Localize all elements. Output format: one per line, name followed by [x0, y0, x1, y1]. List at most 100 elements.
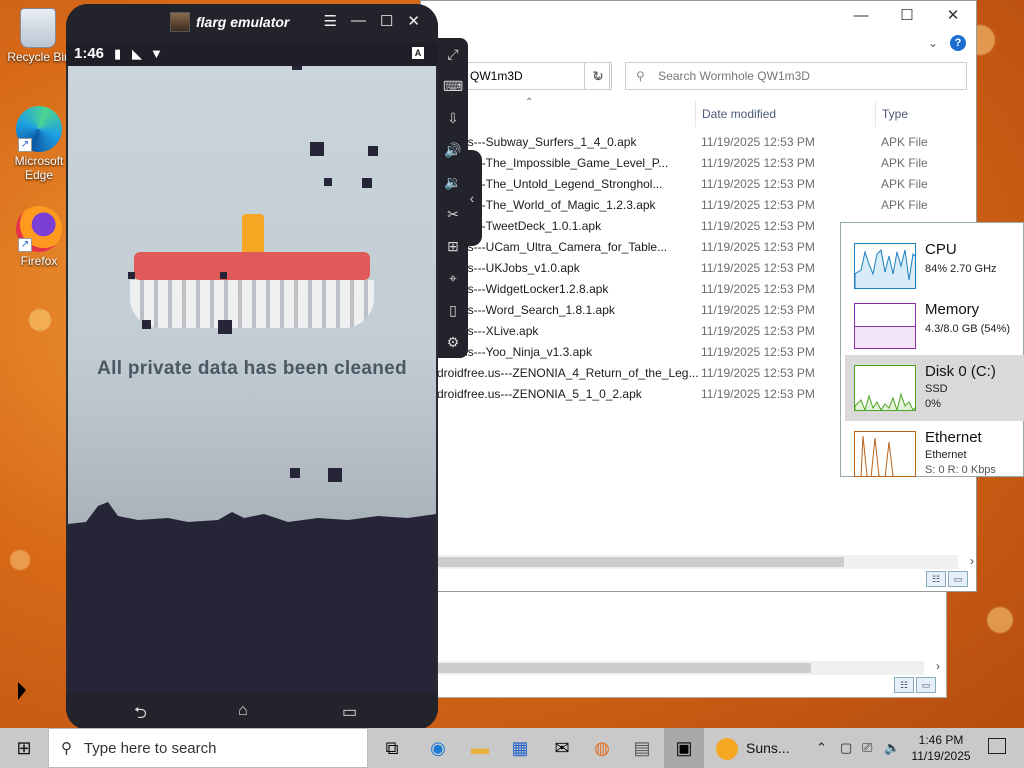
weather-sun-icon	[716, 738, 738, 761]
taskbar-search-placeholder: Type here to search	[83, 740, 217, 757]
file-date: 11/19/2025 12:53 PM	[701, 198, 815, 212]
file-date: 11/19/2025 12:53 PM	[701, 345, 815, 359]
file-name: free.us---UKJobs_v1.0.apk	[437, 261, 580, 275]
keyboard-icon[interactable]: ⌨	[443, 76, 463, 96]
store-icon[interactable]: ▦	[500, 728, 540, 768]
disk-graph	[854, 365, 916, 411]
notification-center-icon[interactable]	[988, 738, 1006, 754]
app-taskbar-icon[interactable]: ▤	[622, 728, 662, 768]
column-header-date-modified[interactable]: Date modified	[695, 101, 875, 127]
volume-down-icon[interactable]: 🔉	[443, 172, 463, 192]
file-explorer-icon[interactable]: ▬	[460, 728, 500, 768]
battery-icon: ▮	[114, 46, 122, 61]
fullscreen-icon[interactable]: ⤢	[443, 44, 463, 64]
network-icon[interactable]: ⎚	[862, 728, 872, 768]
file-date: 11/19/2025 12:53 PM	[701, 240, 815, 254]
debris-square	[290, 468, 300, 478]
emulator-window[interactable]: flarg emulator ☰ — ☐ ✕ 1:46 ▮ ◣ ▼ A All …	[66, 4, 438, 730]
search-icon: ⚲	[61, 740, 72, 757]
debris-square	[368, 146, 378, 156]
taskbar-clock[interactable]: 1:46 PM 11/19/2025	[906, 732, 976, 764]
volume-muted-icon[interactable]: 🔈	[884, 728, 900, 768]
perf-value: 0%	[925, 398, 941, 410]
meet-now-icon[interactable]: ▢	[840, 728, 852, 768]
file-date: 11/19/2025 12:53 PM	[701, 324, 815, 338]
column-header-type[interactable]: Type	[875, 101, 976, 127]
add-icon[interactable]: ⊞	[443, 236, 463, 256]
perf-title: Ethernet	[925, 429, 982, 446]
desktop-icon-firefox[interactable]: ↗ Firefox	[4, 206, 74, 268]
ethernet-graph	[854, 431, 916, 477]
install-apk-icon[interactable]: ⇩	[443, 108, 463, 128]
maximize-icon[interactable]: ☐	[380, 12, 393, 30]
expand-ribbon-chevron-icon[interactable]: ⌄	[928, 36, 938, 50]
screenshot-icon[interactable]: ✂	[443, 204, 463, 224]
help-icon[interactable]: ?	[950, 35, 966, 51]
perf-item-memory[interactable]: Memory 4.3/8.0 GB (54%)	[845, 293, 1024, 359]
large-icons-view-icon[interactable]: ▭	[948, 571, 968, 587]
perf-detail: Ethernet	[925, 449, 967, 461]
perf-item-ethernet[interactable]: Ethernet Ethernet S: 0 R: 0 Kbps	[845, 421, 1024, 487]
taskbar-search-input[interactable]: ⚲ Type here to search	[48, 728, 368, 768]
details-view-icon[interactable]: ☷	[926, 571, 946, 587]
recents-icon[interactable]: ▭	[342, 702, 357, 722]
minimize-icon[interactable]: —	[351, 12, 366, 30]
desktop-icon-edge[interactable]: ↗ Microsoft Edge	[4, 106, 74, 182]
task-view-icon[interactable]: ⧉	[372, 728, 412, 768]
explorer-window-background[interactable]: › ☷ ▭	[420, 590, 947, 698]
file-row[interactable]: free.us---The_World_of_Magic_1.2.3.apk 11…	[421, 195, 976, 216]
horizontal-scrollbar[interactable]: ›	[421, 554, 974, 569]
show-hidden-icons-chevron-icon[interactable]: ⌃	[816, 728, 827, 768]
debris-square	[220, 272, 227, 279]
debris-square	[128, 272, 135, 279]
perf-detail: 84% 2.70 GHz	[925, 263, 997, 275]
weather-widget[interactable]: Suns...	[716, 728, 790, 768]
scroll-right-arrow-icon[interactable]: ›	[936, 659, 940, 673]
file-date: 11/19/2025 12:53 PM	[701, 366, 815, 380]
debris-square	[362, 178, 372, 188]
debris-square	[328, 468, 342, 482]
file-date: 11/19/2025 12:53 PM	[701, 261, 815, 275]
scroll-right-arrow-icon[interactable]: ›	[970, 554, 974, 568]
mail-icon[interactable]: ✉	[542, 728, 582, 768]
perf-title: CPU	[925, 241, 957, 258]
edge-taskbar-icon[interactable]: ◉	[418, 728, 458, 768]
start-button[interactable]: ⊞	[0, 728, 48, 768]
search-input[interactable]: ⚲ Search Wormhole QW1m3D	[625, 62, 967, 90]
home-icon[interactable]: ⌂	[238, 702, 248, 720]
back-icon[interactable]: ⮌	[134, 702, 147, 729]
firefox-taskbar-icon[interactable]: ◍	[582, 728, 622, 768]
file-name: droidfree.us---ZENONIA_5_1_0_2.apk	[437, 387, 642, 401]
taskbar: ⊞ ⚲ Type here to search ⧉ ◉ ▬ ▦ ✉ ◍ ▤ ▣ …	[0, 728, 1024, 768]
settings-gear-icon[interactable]: ⚙	[443, 332, 463, 352]
android-screen[interactable]: All private data has been cleaned	[68, 66, 436, 694]
file-row[interactable]: free.us---Subway_Surfers_1_4_0.apk 11/19/…	[421, 132, 976, 153]
close-icon[interactable]: ✕	[407, 12, 420, 30]
desktop-icon-recycle-bin[interactable]: Recycle Bin	[4, 8, 74, 64]
horizontal-scrollbar[interactable]	[421, 661, 924, 675]
perf-detail: 4.3/8.0 GB (54%)	[925, 323, 1010, 335]
perf-item-cpu[interactable]: CPU 84% 2.70 GHz	[845, 233, 1024, 299]
emulator-titlebar[interactable]: flarg emulator ☰ — ☐ ✕	[66, 4, 438, 42]
flarg-emulator-taskbar-icon[interactable]: ▣	[664, 728, 704, 768]
refresh-icon[interactable]: ↻	[584, 62, 612, 90]
menu-icon[interactable]: ☰	[324, 12, 337, 30]
large-icons-view-icon[interactable]: ▭	[916, 677, 936, 693]
perf-item-disk[interactable]: Disk 0 (C:) SSD 0%	[845, 355, 1024, 421]
maximize-icon[interactable]: ☐	[884, 1, 930, 31]
file-row[interactable]: free.us---The_Impossible_Game_Level_P...…	[421, 153, 976, 174]
perf-title: Disk 0 (C:)	[925, 363, 996, 380]
location-icon[interactable]: ⌖	[443, 268, 463, 288]
emulator-side-toolbar: ⤢ ⌨ ⇩ 🔊 🔉 ✂ ⊞ ⌖ ▯ ⚙	[438, 38, 468, 358]
minimize-icon[interactable]: —	[838, 1, 884, 31]
shake-icon[interactable]: ▯	[443, 300, 463, 320]
file-date: 11/19/2025 12:53 PM	[701, 303, 815, 317]
close-icon[interactable]: ✕	[930, 1, 976, 31]
file-date: 11/19/2025 12:53 PM	[701, 135, 815, 149]
details-view-icon[interactable]: ☷	[894, 677, 914, 693]
file-type: APK File	[881, 156, 928, 170]
file-row[interactable]: free.us---The_Untold_Legend_Stronghol...…	[421, 174, 976, 195]
volume-up-icon[interactable]: 🔊	[443, 140, 463, 160]
debris-square	[142, 320, 151, 329]
shortcut-arrow-icon: ↗	[18, 238, 32, 252]
